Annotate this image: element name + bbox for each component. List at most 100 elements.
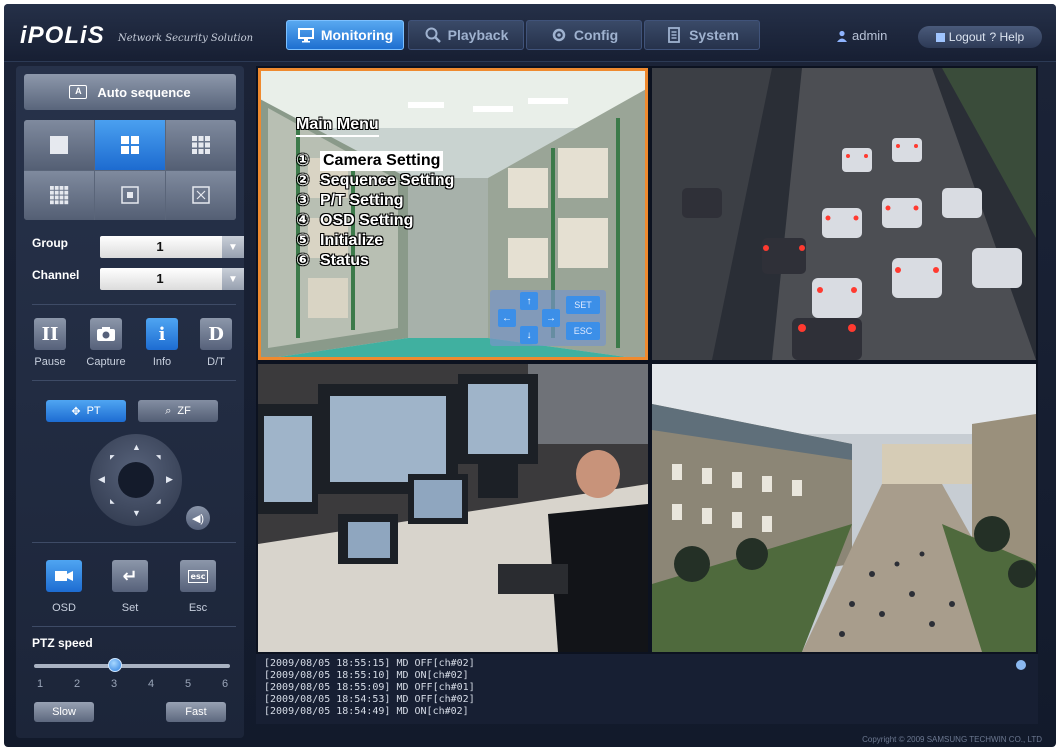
nine-view-icon [192, 135, 210, 154]
arrow-up-icon[interactable]: ▲ [132, 442, 141, 452]
esc-button[interactable]: esc [180, 560, 216, 592]
search-icon [425, 27, 441, 43]
quad-view-icon [121, 135, 139, 154]
ptz-speed-track[interactable] [34, 664, 230, 668]
auto-sequence-button[interactable]: A Auto sequence [24, 74, 236, 110]
video-tile-ch1[interactable]: Main Menu ① Camera Setting ② Sequence Sett… [258, 68, 648, 360]
tab-label: Monitoring [320, 27, 394, 43]
help-button[interactable]: ? Help [990, 30, 1025, 44]
capture-button[interactable] [90, 318, 122, 350]
copyright-footer: Copyright © 2009 SAMSUNG TECHWIN CO., LT… [862, 735, 1042, 744]
arrow-up-left-icon[interactable]: ◤ [110, 454, 115, 461]
arrow-down-left-icon[interactable]: ◣ [110, 498, 115, 505]
control-room-camera-view [258, 364, 648, 652]
pause-icon: II [41, 323, 59, 345]
osd-up-button[interactable]: ↑ [520, 292, 538, 310]
osd-item-label: Sequence Setting [320, 172, 455, 189]
audio-button[interactable]: ◀) [186, 506, 210, 530]
user-icon [837, 30, 847, 42]
layout-4-button[interactable] [95, 120, 165, 170]
osd-button[interactable] [46, 560, 82, 592]
pause-button[interactable]: II [34, 318, 66, 350]
event-log[interactable]: [2009/08/05 18:55:15] MD OFF[ch#02] [200… [256, 654, 1038, 724]
osd-menu-item[interactable]: ① Camera Setting [296, 151, 454, 171]
group-select[interactable]: 1 ▼ [100, 236, 244, 258]
log-entry: [2009/08/05 18:55:10] MD ON[ch#02] [264, 670, 469, 681]
split-layout-selector [24, 120, 236, 220]
full-screen-button[interactable] [166, 170, 236, 220]
logout-help-bar: Logout ? Help [918, 26, 1042, 48]
osd-down-button[interactable]: ↓ [520, 326, 538, 344]
ptz-speed-thumb[interactable] [108, 658, 122, 672]
arrow-up-icon: ↑ [526, 295, 532, 307]
enter-icon: ↵ [122, 565, 138, 587]
tab-system[interactable]: System [644, 20, 760, 50]
info-button[interactable]: i [146, 318, 178, 350]
video-tile-ch3[interactable] [258, 364, 648, 652]
traffic-camera-view [652, 68, 1036, 360]
osd-menu-item[interactable]: ⑤ Initialize [296, 231, 454, 251]
osd-set-button[interactable]: SET [566, 296, 600, 314]
osd-menu-title: Main Menu [296, 116, 379, 137]
arrow-down-icon: ↓ [526, 329, 532, 341]
slow-button[interactable]: Slow [34, 702, 94, 722]
video-tile-ch2[interactable] [652, 68, 1036, 360]
speed-tick: 3 [110, 678, 118, 690]
osd-item-number: ③ [296, 192, 310, 209]
ptz-joystick[interactable]: ▲ ▼ ◀ ▶ ◤ ◥ ◣ ◢ [90, 434, 182, 526]
layout-9-button[interactable] [166, 120, 236, 170]
single-view-icon [50, 135, 68, 154]
arrow-down-icon[interactable]: ▼ [132, 508, 141, 518]
fast-button[interactable]: Fast [166, 702, 226, 722]
digital-zoom-button[interactable] [95, 170, 165, 220]
chevron-down-icon: ▼ [222, 268, 244, 290]
tab-label: System [689, 27, 739, 43]
osd-item-number: ④ [296, 212, 310, 229]
video-grid: Main Menu ① Camera Setting ② Sequence Sett… [256, 66, 1038, 654]
date-time-button[interactable]: D [200, 318, 232, 350]
move-icon: ✥ [71, 405, 81, 418]
osd-menu-item[interactable]: ③ P/T Setting [296, 191, 454, 211]
info-label: Info [152, 356, 172, 368]
arrow-left-icon: ← [502, 312, 512, 324]
info-icon: i [158, 323, 166, 345]
sixteen-view-icon [50, 186, 69, 205]
logout-button[interactable]: Logout [949, 30, 986, 44]
video-tile-ch4[interactable] [652, 364, 1036, 652]
zf-mode-button[interactable]: ⌕ ZF [138, 400, 218, 422]
arrow-right-icon[interactable]: ▶ [166, 474, 173, 485]
group-label: Group [32, 236, 68, 250]
speed-tick: 5 [184, 678, 192, 690]
divider [32, 304, 236, 305]
osd-menu-item[interactable]: ⑥ Status [296, 251, 454, 271]
log-scroll-indicator[interactable] [1016, 660, 1026, 670]
group-value: 1 [156, 239, 164, 254]
arrow-left-icon[interactable]: ◀ [98, 474, 105, 485]
osd-menu-item[interactable]: ④ OSD Setting [296, 211, 454, 231]
osd-item-number: ① [296, 152, 310, 169]
document-icon [668, 27, 680, 43]
pt-label: PT [86, 405, 101, 417]
layout-16-button[interactable] [24, 170, 94, 220]
osd-left-button[interactable]: ← [498, 309, 516, 327]
tab-config[interactable]: Config [526, 20, 642, 50]
joystick-center [118, 462, 154, 498]
arrow-down-right-icon[interactable]: ◢ [156, 498, 161, 505]
osd-menu-item[interactable]: ② Sequence Setting [296, 171, 454, 191]
osd-navigation-pad: ↑ ↓ ← → SET ESC [490, 290, 606, 346]
osd-esc-button[interactable]: ESC [566, 322, 600, 340]
osd-item-number: ⑥ [296, 252, 310, 269]
osd-item-number: ② [296, 172, 310, 189]
layout-1-button[interactable] [24, 120, 94, 170]
osd-item-label: Status [320, 252, 369, 269]
speaker-icon: ◀) [191, 512, 205, 525]
app-logo: iPOLiS [20, 22, 105, 49]
osd-item-label: Camera Setting [320, 151, 444, 171]
osd-right-button[interactable]: → [542, 309, 560, 327]
pt-mode-button[interactable]: ✥ PT [46, 400, 126, 422]
set-button[interactable]: ↵ [112, 560, 148, 592]
tab-playback[interactable]: Playback [408, 20, 524, 50]
arrow-up-right-icon[interactable]: ◥ [156, 454, 161, 461]
tab-monitoring[interactable]: Monitoring [286, 20, 404, 50]
channel-select[interactable]: 1 ▼ [100, 268, 244, 290]
